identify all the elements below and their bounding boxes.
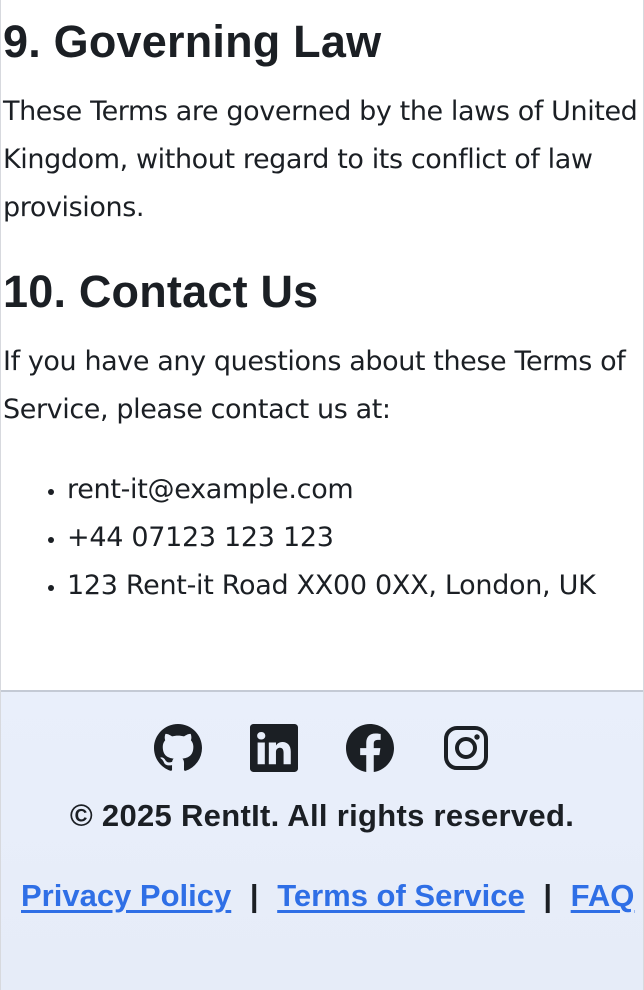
facebook-icon[interactable] <box>346 724 394 772</box>
link-separator: | <box>543 878 553 913</box>
faq-link[interactable]: FAQ <box>571 878 635 913</box>
footer-links: Privacy Policy | Terms of Service | FAQ <box>21 878 634 914</box>
terms-page: 9. Governing Law These Terms are governe… <box>0 0 644 990</box>
site-footer: © 2025 RentIt. All rights reserved. Priv… <box>1 690 643 990</box>
github-icon[interactable] <box>154 724 202 772</box>
terms-of-service-link[interactable]: Terms of Service <box>277 878 525 913</box>
contact-phone: +44 07123 123 123 <box>67 514 627 562</box>
section-body-contact: If you have any questions about these Te… <box>3 346 626 425</box>
contact-list: rent-it@example.com +44 07123 123 123 12… <box>1 466 627 610</box>
linkedin-icon[interactable] <box>250 724 298 772</box>
copyright-text: © 2025 RentIt. All rights reserved. <box>69 798 575 833</box>
instagram-icon[interactable] <box>442 724 490 772</box>
privacy-policy-link[interactable]: Privacy Policy <box>21 878 231 913</box>
section-heading-governing-law: 9. Governing Law <box>3 16 382 67</box>
link-separator: | <box>249 878 259 913</box>
contact-email: rent-it@example.com <box>67 466 627 514</box>
contact-address: 123 Rent-it Road XX00 0XX, London, UK <box>67 562 627 610</box>
section-heading-contact: 10. Contact Us <box>3 266 319 317</box>
social-links <box>1 724 643 772</box>
section-body-governing-law: These Terms are governed by the laws of … <box>3 96 638 223</box>
